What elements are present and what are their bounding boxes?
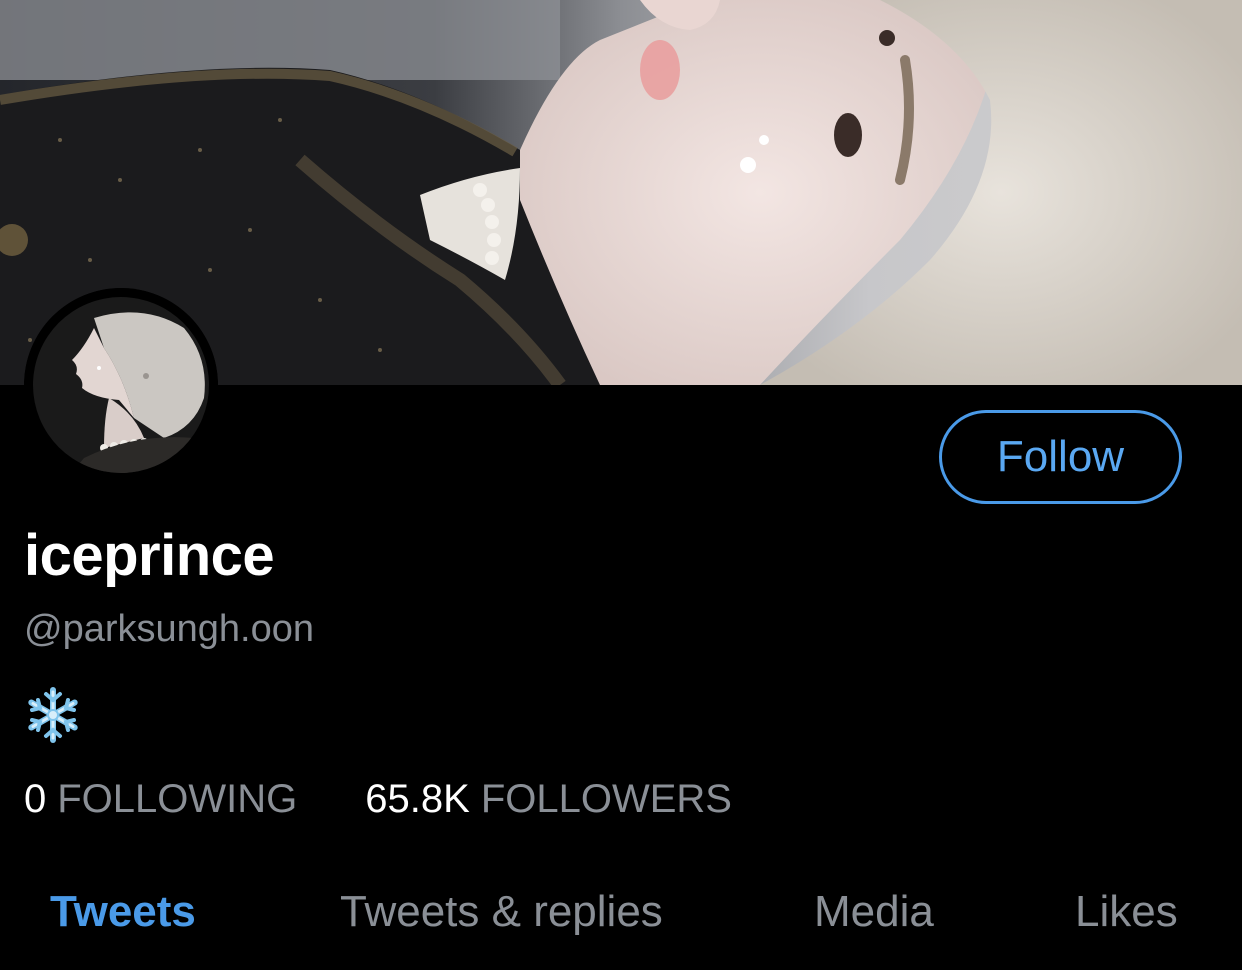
profile-stats: 0 FOLLOWING 65.8K FOLLOWERS bbox=[24, 774, 732, 824]
snowflake-icon bbox=[24, 686, 82, 744]
tab-tweets-and-replies[interactable]: Tweets & replies bbox=[340, 880, 663, 944]
following-count: 0 bbox=[24, 777, 47, 821]
followers-label: FOLLOWERS bbox=[480, 777, 732, 821]
following-label: FOLLOWING bbox=[57, 777, 298, 821]
followers-count: 65.8K bbox=[365, 777, 470, 821]
follow-button-label: Follow bbox=[996, 432, 1125, 481]
tab-media[interactable]: Media bbox=[814, 880, 934, 944]
profile-tabs: Tweets Tweets & replies Media Likes bbox=[0, 880, 1242, 944]
display-name: iceprince bbox=[24, 523, 275, 588]
profile-avatar[interactable] bbox=[24, 288, 218, 482]
following-stat[interactable]: 0 FOLLOWING bbox=[24, 774, 297, 824]
follow-button[interactable]: Follow bbox=[939, 410, 1182, 504]
profile-handle: @parksungh.oon bbox=[24, 608, 314, 650]
tab-likes[interactable]: Likes bbox=[1075, 880, 1178, 944]
tab-tweets[interactable]: Tweets bbox=[50, 880, 196, 944]
followers-stat[interactable]: 65.8K FOLLOWERS bbox=[365, 774, 732, 824]
